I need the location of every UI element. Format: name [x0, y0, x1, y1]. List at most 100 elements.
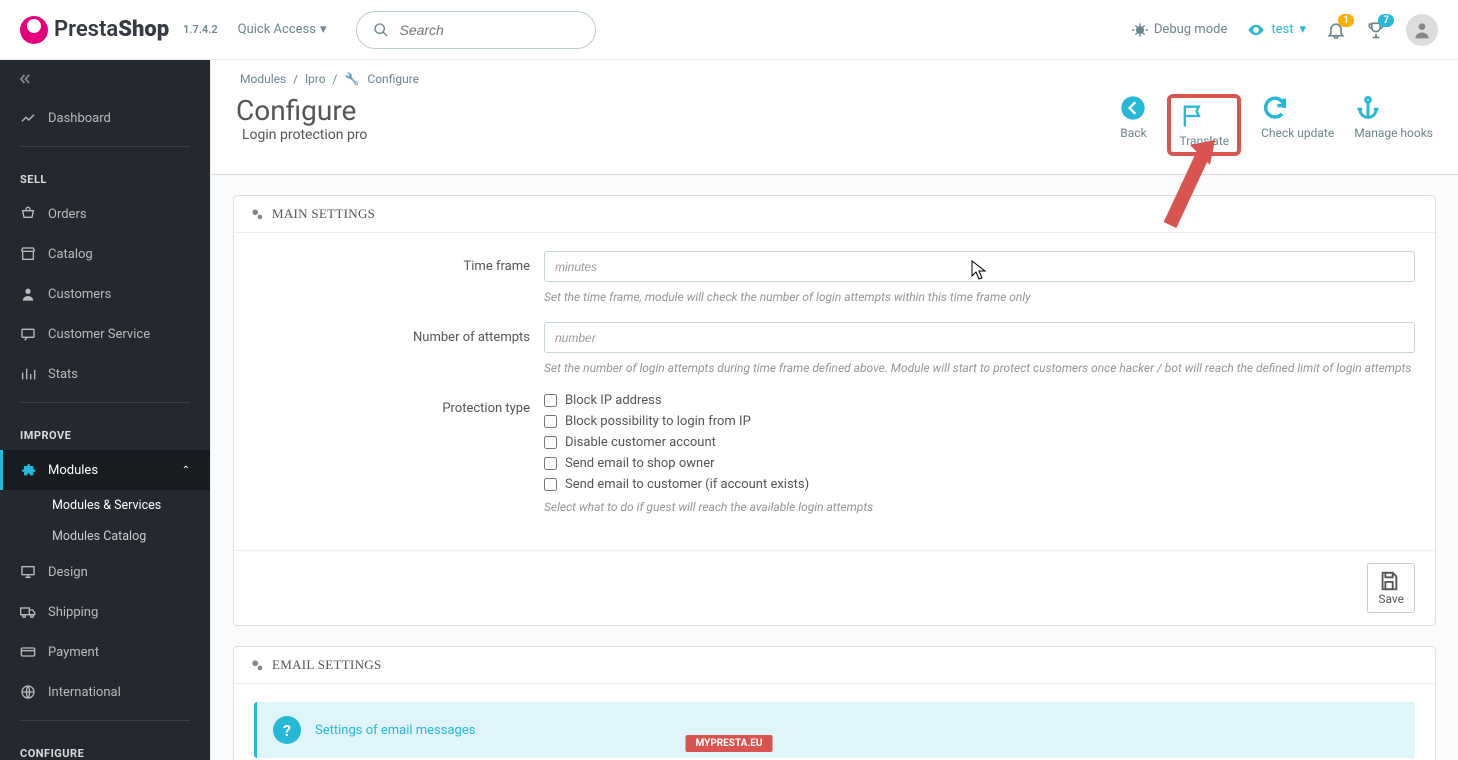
sidebar-section-sell: SELL	[0, 155, 210, 194]
sidebar-item-customer-service[interactable]: Customer Service	[0, 314, 210, 354]
back-label: Back	[1120, 126, 1146, 140]
logo-icon	[20, 16, 48, 44]
sidebar-item-design[interactable]: Design	[0, 552, 210, 592]
notif-badge-1: 1	[1338, 14, 1354, 27]
check-block-login[interactable]	[544, 415, 557, 428]
stats-icon	[20, 366, 36, 382]
main-settings-title: MAIN SETTINGS	[272, 206, 375, 222]
opt-email-cust-label: Send email to customer (if account exist…	[565, 477, 809, 492]
attempts-row: Number of attempts Set the number of log…	[254, 322, 1415, 377]
flag-icon	[1179, 102, 1229, 130]
breadcrumb-lpro[interactable]: lpro	[305, 72, 325, 86]
question-icon: ?	[273, 716, 301, 744]
info-alert: ? Settings of email messages	[254, 702, 1415, 758]
trending-icon	[20, 110, 36, 126]
sidebar-collapse-button[interactable]	[0, 60, 210, 98]
search-wrap	[356, 11, 596, 49]
arrow-left-icon	[1119, 94, 1147, 122]
chat-icon	[20, 326, 36, 342]
breadcrumb-modules[interactable]: Modules	[240, 72, 286, 86]
sidebar-item-modules[interactable]: Modules⌃	[0, 450, 210, 490]
topbar: PrestaShop 1.7.4.2 Quick Access ▾ Debug …	[0, 0, 1458, 60]
bug-icon	[1132, 22, 1148, 38]
gears-icon	[250, 207, 264, 221]
bell-notifications[interactable]: 1	[1326, 20, 1346, 40]
save-label: Save	[1378, 592, 1404, 606]
attempts-input[interactable]	[544, 322, 1415, 353]
protection-type-help: Select what to do if guest will reach th…	[544, 498, 1415, 516]
sidebar-shipping-label: Shipping	[48, 605, 98, 620]
card-icon	[20, 644, 36, 660]
sidebar-sub-modules-services[interactable]: Modules & Services	[0, 490, 210, 521]
translate-button[interactable]: Translate	[1167, 94, 1241, 156]
notif-badge-2: 7	[1378, 14, 1394, 27]
watermark: MYPRESTA.EU	[686, 735, 773, 752]
panel-footer: Save	[234, 550, 1435, 625]
sidebar-item-stats[interactable]: Stats	[0, 354, 210, 394]
brand-name: PrestaShop	[54, 17, 169, 42]
check-update-label: Check update	[1261, 126, 1334, 140]
check-disable-account[interactable]	[544, 436, 557, 449]
sidebar-catalog-label: Catalog	[48, 247, 93, 262]
check-block-ip[interactable]	[544, 394, 557, 407]
caret-down-icon: ▾	[320, 22, 327, 37]
main-content: Modules / lpro / 🔧Configure Configure Lo…	[210, 60, 1458, 760]
topbar-right: Debug mode test ▾ 1 7	[1132, 14, 1438, 46]
gears-icon	[250, 658, 264, 672]
time-frame-input[interactable]	[544, 251, 1415, 282]
email-settings-title: EMAIL SETTINGS	[272, 657, 382, 673]
debug-label: Debug mode	[1154, 22, 1227, 37]
sidebar-section-improve: IMPROVE	[0, 411, 210, 450]
chevron-left-icon	[16, 72, 34, 86]
manage-hooks-button[interactable]: Manage hooks	[1354, 94, 1433, 156]
quick-access-label: Quick Access	[238, 22, 316, 37]
search-input[interactable]	[399, 22, 581, 38]
sidebar-modules-label: Modules	[48, 463, 98, 478]
check-email-customer[interactable]	[544, 478, 557, 491]
debug-mode-link[interactable]: Debug mode	[1132, 22, 1227, 38]
trophy-notifications[interactable]: 7	[1366, 20, 1386, 40]
breadcrumb-configure: Configure	[367, 72, 419, 86]
time-frame-help: Set the time frame, module will check th…	[544, 288, 1415, 306]
sidebar-cs-label: Customer Service	[48, 327, 150, 342]
panel-heading-main: MAIN SETTINGS	[234, 196, 1435, 233]
sidebar-item-payment[interactable]: Payment	[0, 632, 210, 672]
sidebar: Dashboard SELL Orders Catalog Customers …	[0, 60, 210, 760]
wrench-icon: 🔧	[344, 72, 359, 86]
opt-block-login-label: Block possibility to login from IP	[565, 414, 751, 429]
sidebar-item-orders[interactable]: Orders	[0, 194, 210, 234]
check-email-owner[interactable]	[544, 457, 557, 470]
attempts-help: Set the number of login attempts during …	[544, 359, 1415, 377]
sidebar-stats-label: Stats	[48, 367, 78, 382]
page-title: Configure	[236, 94, 367, 127]
logo[interactable]: PrestaShop 1.7.4.2	[20, 16, 218, 44]
breadcrumb: Modules / lpro / 🔧Configure	[236, 72, 1433, 86]
save-button[interactable]: Save	[1367, 563, 1415, 613]
search-box[interactable]	[356, 11, 596, 49]
info-text: Settings of email messages	[315, 723, 475, 738]
user-avatar[interactable]	[1406, 14, 1438, 46]
sidebar-item-catalog[interactable]: Catalog	[0, 234, 210, 274]
sidebar-dashboard-label: Dashboard	[48, 111, 111, 126]
sidebar-item-shipping[interactable]: Shipping	[0, 592, 210, 632]
panel-heading-email: EMAIL SETTINGS	[234, 647, 1435, 684]
opt-disable-label: Disable customer account	[565, 435, 716, 450]
sidebar-item-international[interactable]: International	[0, 672, 210, 712]
time-frame-row: Time frame Set the time frame, module wi…	[254, 251, 1415, 306]
sidebar-item-dashboard[interactable]: Dashboard	[0, 98, 210, 138]
puzzle-icon	[20, 462, 36, 478]
sidebar-item-customers[interactable]: Customers	[0, 274, 210, 314]
opt-email-owner-label: Send email to shop owner	[565, 456, 715, 471]
truck-icon	[20, 604, 36, 620]
sidebar-sub-modules-catalog[interactable]: Modules Catalog	[0, 521, 210, 552]
page-subtitle: Login protection pro	[242, 127, 367, 143]
view-shop-link[interactable]: test ▾	[1247, 21, 1306, 39]
manage-hooks-label: Manage hooks	[1354, 126, 1433, 140]
shop-name: test	[1271, 22, 1293, 37]
attempts-label: Number of attempts	[254, 322, 544, 377]
anchor-icon	[1354, 94, 1433, 122]
check-update-button[interactable]: Check update	[1261, 94, 1334, 156]
back-button[interactable]: Back	[1119, 94, 1147, 156]
quick-access-dropdown[interactable]: Quick Access ▾	[238, 22, 327, 37]
person-icon	[1412, 20, 1432, 40]
